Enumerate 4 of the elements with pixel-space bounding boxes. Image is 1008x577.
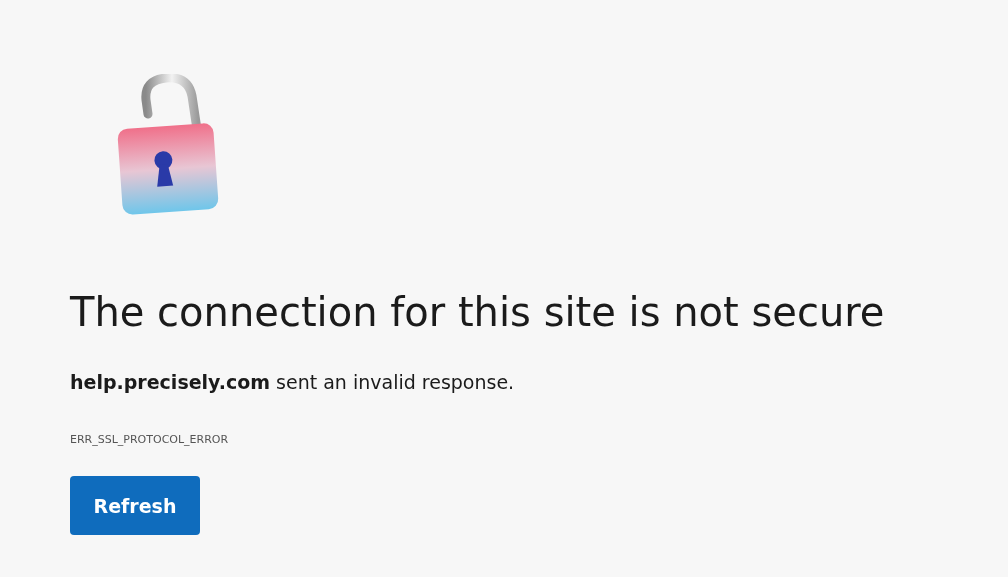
error-message: help.precisely.com sent an invalid response.	[70, 371, 515, 393]
refresh-button[interactable]: Refresh	[70, 476, 200, 535]
error-code: ERR_SSL_PROTOCOL_ERROR	[70, 433, 229, 446]
error-heading: The connection for this site is not secure	[70, 289, 885, 335]
